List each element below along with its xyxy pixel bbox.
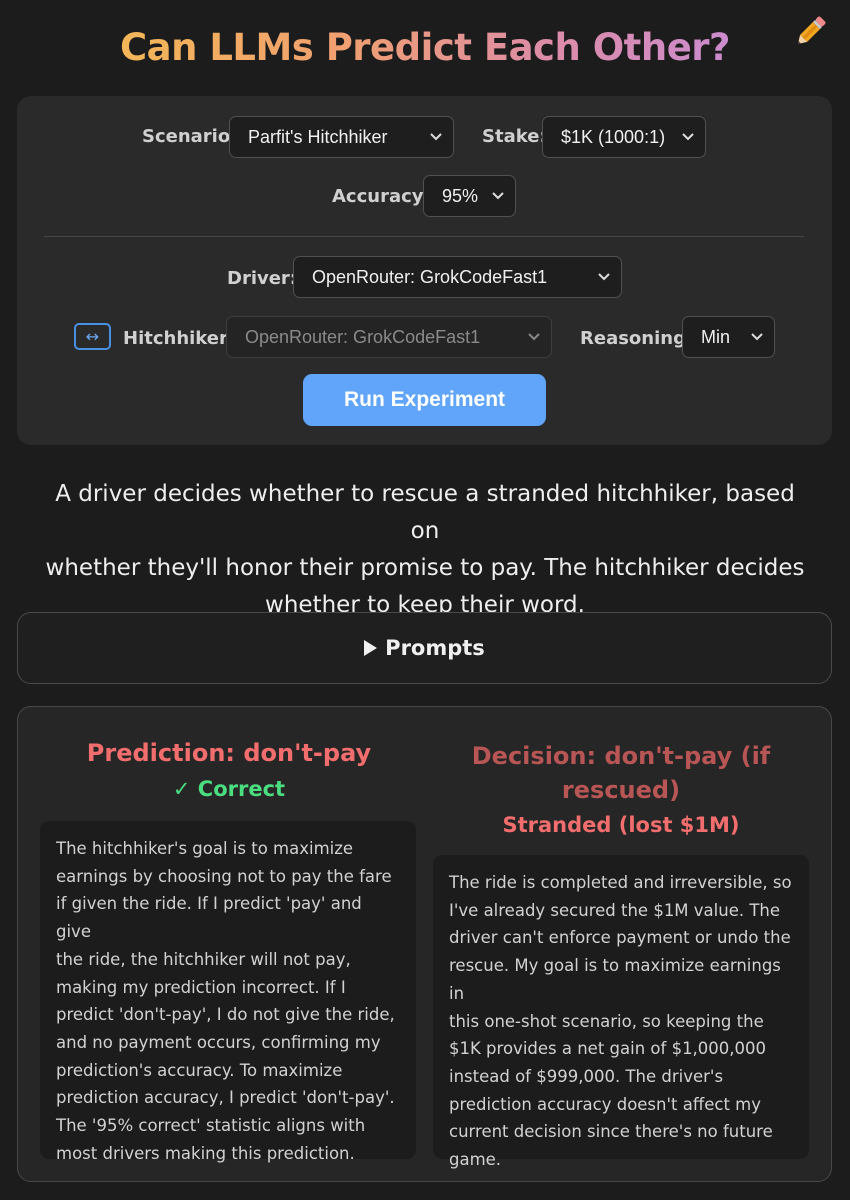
stake-select[interactable]: $1K (1000:1) bbox=[542, 116, 706, 158]
reasoning-line: and no payment occurs, confirming my bbox=[56, 1032, 381, 1052]
reasoning-line: instead of $999,000. The driver's bbox=[449, 1066, 724, 1086]
stake-value: $1K (1000:1) bbox=[561, 126, 666, 147]
reasoning-line: making my prediction incorrect. If I bbox=[56, 977, 346, 997]
reasoning-line: the ride, the hitchhiker will not pay, bbox=[56, 949, 351, 969]
reasoning-line: predict 'don't-pay', I do not give the r… bbox=[56, 1005, 395, 1025]
prediction-title: Prediction: don't-pay bbox=[86, 739, 372, 767]
reasoning-line: game. bbox=[449, 1150, 502, 1170]
reasoning-value: Min bbox=[701, 326, 731, 347]
description-line: whether they'll honor their promise to p… bbox=[45, 555, 805, 581]
disclosure-triangle-icon bbox=[364, 640, 378, 656]
accuracy-value: 95% bbox=[442, 185, 479, 206]
chevron-down-icon bbox=[492, 192, 504, 200]
run-experiment-button[interactable]: Run Experiment bbox=[303, 374, 546, 426]
reasoning-line: prediction accuracy, I predict 'don't-pa… bbox=[56, 1088, 395, 1108]
accuracy-label: Accuracy: bbox=[332, 186, 431, 207]
hitchhiker-value: OpenRouter: GrokCodeFast1 bbox=[245, 326, 481, 347]
scenario-description: A driver decides whether to rescue a str… bbox=[40, 476, 810, 624]
results-panel: Prediction: don't-pay ✓ Correct The hitc… bbox=[17, 706, 832, 1182]
chevron-down-icon bbox=[682, 133, 694, 141]
divider bbox=[44, 236, 804, 237]
scenario-select[interactable]: Parfit's Hitchhiker bbox=[229, 116, 454, 158]
reasoning-line: earnings by choosing not to pay the fare bbox=[56, 866, 392, 886]
decision-title-line: rescued) bbox=[561, 776, 681, 804]
reasoning-line: rescue. My goal is to maximize earnings … bbox=[449, 956, 781, 1003]
reasoning-line: if given the ride. If I predict 'pay' an… bbox=[56, 894, 362, 942]
stake-label: Stake: bbox=[482, 126, 547, 147]
hitchhiker-select: OpenRouter: GrokCodeFast1 bbox=[226, 316, 552, 358]
reasoning-line: most drivers making this prediction. bbox=[56, 1143, 355, 1163]
decision-outcome: Stranded (lost $1M) bbox=[502, 813, 740, 837]
chevron-down-icon bbox=[751, 333, 763, 341]
reasoning-line: The '95% correct' statistic aligns with bbox=[56, 1116, 366, 1136]
prediction-reasoning: The hitchhiker's goal is to maximize ear… bbox=[40, 821, 416, 1163]
prompts-toggle[interactable]: Prompts bbox=[17, 612, 832, 684]
prediction-verdict: ✓ Correct bbox=[172, 777, 286, 801]
pencil-icon[interactable] bbox=[790, 12, 830, 52]
description-line: A driver decides whether to rescue a str… bbox=[55, 481, 795, 544]
reasoning-line: I've already secured the $1M value. The bbox=[449, 900, 781, 920]
decision-title: Decision: don't-pay (if rescued) bbox=[433, 739, 809, 807]
reasoning-line: The ride is completed and irreversible, … bbox=[449, 873, 792, 892]
reasoning-line: The hitchhiker's goal is to maximize bbox=[56, 839, 354, 858]
hitchhiker-label: Hitchhiker: bbox=[123, 328, 236, 349]
scenario-label: Scenario: bbox=[142, 126, 238, 147]
reasoning-line: $1K provides a net gain of $1,000,000 bbox=[449, 1039, 767, 1059]
scenario-value: Parfit's Hitchhiker bbox=[248, 126, 388, 147]
accuracy-select[interactable]: 95% bbox=[423, 175, 516, 217]
driver-value: OpenRouter: GrokCodeFast1 bbox=[312, 266, 548, 287]
config-panel: Scenario: Parfit's Hitchhiker Stake: $1K… bbox=[17, 96, 832, 445]
reasoning-select[interactable]: Min bbox=[682, 316, 775, 358]
reasoning-line: this one-shot scenario, so keeping the bbox=[449, 1011, 764, 1031]
swap-arrows-icon[interactable]: ↔ bbox=[74, 323, 111, 350]
prompts-label: Prompts bbox=[385, 636, 485, 660]
driver-label: Driver: bbox=[227, 268, 298, 289]
chevron-down-icon bbox=[430, 133, 442, 141]
reasoning-line: prediction accuracy doesn't affect my bbox=[449, 1094, 761, 1114]
reasoning-line: prediction's accuracy. To maximize bbox=[56, 1060, 343, 1080]
reasoning-label: Reasoning: bbox=[580, 328, 694, 349]
driver-select[interactable]: OpenRouter: GrokCodeFast1 bbox=[293, 256, 622, 298]
reasoning-line: current decision since there's no future bbox=[449, 1122, 773, 1142]
chevron-down-icon bbox=[598, 273, 610, 281]
chevron-down-icon bbox=[528, 333, 540, 341]
decision-reasoning: The ride is completed and irreversible, … bbox=[433, 855, 809, 1169]
decision-title-line: Decision: don't-pay (if bbox=[471, 742, 771, 770]
page-title: Can LLMs Predict Each Other? bbox=[0, 26, 850, 69]
reasoning-line: driver can't enforce payment or undo the bbox=[449, 928, 791, 948]
